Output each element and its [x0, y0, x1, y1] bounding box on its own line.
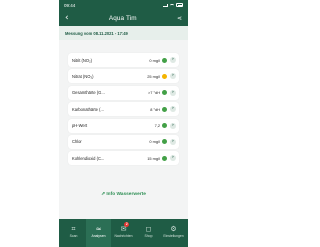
parameter-row-karbonathaerte[interactable]: Karbonathärte (... 8 °dH ›: [68, 102, 179, 117]
tab-label: Einstellungen: [163, 234, 184, 238]
parameter-name: pH-Wert: [72, 123, 88, 129]
status-dot-icon: [162, 123, 167, 129]
parameter-value: 25 mg/l: [147, 73, 160, 79]
chevron-right-icon[interactable]: ›: [170, 138, 176, 145]
parameter-value: 8 °dH: [150, 106, 160, 112]
status-dot-icon: [162, 155, 167, 161]
battery-icon: [176, 3, 183, 7]
status-bar: 09:44: [59, 0, 188, 10]
parameter-list: Nitrit (NO₂) 0 mg/l › Nitrat (NO₃) 25 mg…: [68, 53, 179, 168]
scan-icon: ⌗: [71, 225, 76, 233]
chevron-right-icon[interactable]: ›: [170, 57, 176, 63]
status-time: 09:44: [64, 2, 76, 8]
status-dot-icon: [162, 73, 167, 79]
gear-icon: ⚙: [170, 225, 177, 233]
parameter-row-kohlendioxid[interactable]: Kohlendioxid (C... 15 mg/l ›: [68, 151, 179, 166]
parameter-row-gesamthaerte[interactable]: Gesamthärte (G... >7 °dH ›: [68, 85, 179, 100]
measurement-date: Messung vom 08.11.2021 - 17:49: [59, 26, 188, 40]
parameter-row-chlor[interactable]: Chlor 0 mg/l ›: [68, 134, 179, 149]
chevron-right-icon[interactable]: ›: [170, 155, 176, 162]
parameter-value: 0 mg/l: [149, 139, 160, 145]
phone-screen: 09:44 ‹ Aqua Tim ⋖ Messung vom 08.11.202…: [59, 0, 188, 247]
parameter-row-ph[interactable]: pH-Wert 7,2 ›: [68, 118, 179, 133]
parameter-value: 0 mg/l: [149, 57, 160, 63]
external-link-icon: ⇗: [101, 191, 106, 197]
parameter-name: Nitrit (NO₂): [72, 57, 93, 63]
parameter-name: Kohlendioxid (C...: [72, 155, 105, 161]
waves-icon: ≈: [95, 225, 102, 233]
notification-badge: 2: [124, 222, 130, 227]
tab-label: Analysen: [91, 234, 106, 238]
status-dot-icon: [162, 57, 167, 63]
tab-label: Shop: [144, 234, 153, 238]
chevron-right-icon[interactable]: ›: [170, 106, 176, 113]
page-title: Aqua Tim: [108, 14, 137, 22]
bottom-tab-bar: ⌗ Scan ≈ Analysen ✉ 2 Nachrichten ◻ Shop…: [59, 219, 188, 247]
app-header: ‹ Aqua Tim ⋖: [59, 10, 188, 26]
tab-shop[interactable]: ◻ Shop: [136, 219, 161, 247]
bag-icon: ◻: [145, 225, 152, 233]
chevron-right-icon[interactable]: ›: [170, 122, 176, 129]
chevron-right-icon[interactable]: ›: [170, 73, 176, 80]
info-wasserwerte-link[interactable]: ⇗Info Wasserwerte: [59, 191, 188, 197]
parameter-name: Gesamthärte (G...: [72, 90, 105, 96]
share-icon[interactable]: ⋖: [177, 15, 182, 22]
signal-icon: [163, 3, 168, 7]
tab-label: Nachrichten: [114, 234, 133, 238]
parameter-name: Nitrat (NO₃): [72, 73, 94, 79]
back-arrow-icon[interactable]: ‹: [65, 13, 69, 23]
status-dot-icon: [162, 90, 167, 96]
chevron-right-icon[interactable]: ›: [170, 89, 176, 96]
parameter-value: 15 mg/l: [147, 155, 160, 161]
tab-nachrichten[interactable]: ✉ 2 Nachrichten: [111, 219, 136, 247]
status-dot-icon: [162, 106, 167, 112]
parameter-name: Chlor: [72, 139, 82, 145]
tab-label: Scan: [69, 234, 78, 238]
tab-scan[interactable]: ⌗ Scan: [61, 219, 86, 247]
info-link-label: Info Wasserwerte: [106, 192, 146, 197]
parameter-row-nitrit[interactable]: Nitrit (NO₂) 0 mg/l ›: [68, 53, 179, 67]
parameter-row-nitrat[interactable]: Nitrat (NO₃) 25 mg/l ›: [68, 69, 179, 84]
parameter-name: Karbonathärte (...: [72, 106, 104, 112]
parameter-value: 7,2: [154, 123, 160, 129]
status-dot-icon: [162, 139, 167, 145]
tab-einstellungen[interactable]: ⚙ Einstellungen: [161, 219, 186, 247]
tab-analysen[interactable]: ≈ Analysen: [86, 219, 111, 247]
status-icons: [163, 3, 183, 7]
wifi-icon: [170, 3, 174, 7]
parameter-value: >7 °dH: [147, 90, 160, 96]
